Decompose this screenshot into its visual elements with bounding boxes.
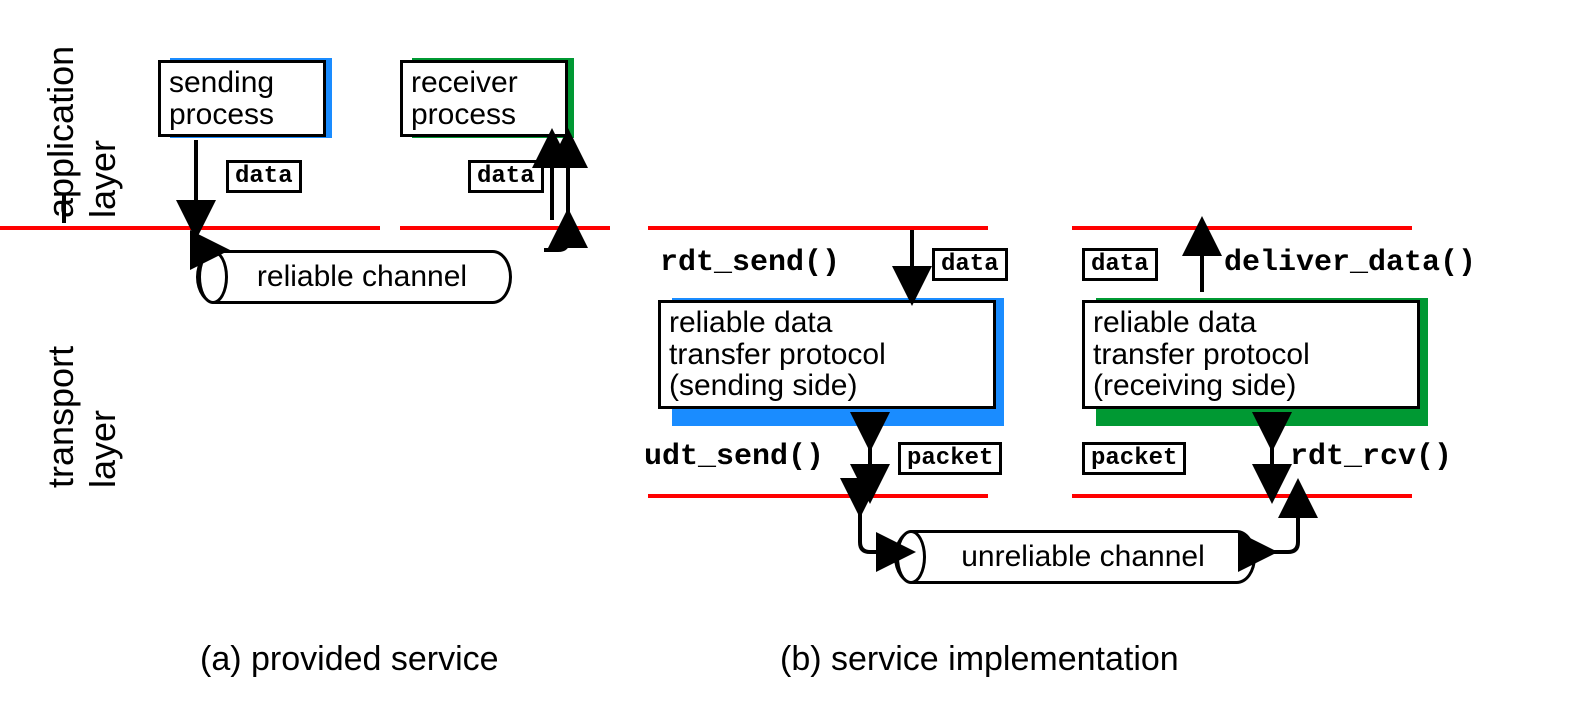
text: rdt_send() <box>660 246 840 280</box>
red-line <box>1072 226 1412 230</box>
receiver-process-box: receiver process <box>400 60 568 137</box>
arrow-down-send <box>180 140 240 310</box>
red-line <box>648 494 988 498</box>
reliable-channel: reliable channel <box>196 250 512 304</box>
packet-label: packet <box>898 442 1002 475</box>
text: transport layer <box>40 346 123 488</box>
label-rdt-rcv: rdt_rcv() <box>1290 440 1452 474</box>
label-deliver-data: deliver_data() <box>1224 246 1476 280</box>
text: rdt_rcv() <box>1290 440 1452 474</box>
text: packet <box>1091 445 1177 472</box>
data-label: data <box>932 248 1008 281</box>
arrow-rdt-send <box>900 230 930 300</box>
caption-a: (a) provided service <box>200 640 499 679</box>
red-line <box>648 226 988 230</box>
text: data <box>1091 251 1149 278</box>
rdt-sending-box: reliable data transfer protocol (sending… <box>658 300 996 409</box>
text: udt_send() <box>644 440 824 474</box>
text: sending process <box>169 66 274 131</box>
rdt-receiving-box: reliable data transfer protocol (receivi… <box>1082 300 1420 409</box>
data-label: data <box>1082 248 1158 281</box>
label-transport-layer: transport layer <box>40 346 124 488</box>
layer-divider-tick <box>62 193 66 223</box>
text: reliable data transfer protocol (receivi… <box>1093 306 1310 402</box>
arrow-udt-send <box>858 424 888 496</box>
arrow-up-receive <box>500 140 580 310</box>
text: packet <box>907 445 993 472</box>
text: deliver_data() <box>1224 246 1476 280</box>
caption-b: (b) service implementation <box>780 640 1179 679</box>
arrow-deliver-data <box>1190 230 1220 300</box>
sending-process-box: sending process <box>158 60 326 137</box>
unreliable-channel: unreliable channel <box>894 530 1256 584</box>
label-udt-send: udt_send() <box>644 440 824 474</box>
text: reliable channel <box>257 260 467 294</box>
text: reliable data transfer protocol (sending… <box>669 306 886 402</box>
arrow-into-channel-left <box>848 498 918 568</box>
red-line <box>0 226 155 230</box>
red-line <box>1072 494 1412 498</box>
arrow-rdt-rcv <box>1260 424 1290 496</box>
text: (a) provided service <box>200 640 499 678</box>
text: application layer <box>40 46 123 218</box>
packet-label: packet <box>1082 442 1186 475</box>
label-rdt-send: rdt_send() <box>660 246 840 280</box>
text: (b) service implementation <box>780 640 1179 678</box>
text: data <box>235 163 293 190</box>
text: receiver process <box>411 66 518 131</box>
label-application-layer: application layer <box>40 46 124 218</box>
text: data <box>941 251 999 278</box>
arrow-out-channel-right <box>1250 498 1320 568</box>
text: unreliable channel <box>961 540 1205 574</box>
